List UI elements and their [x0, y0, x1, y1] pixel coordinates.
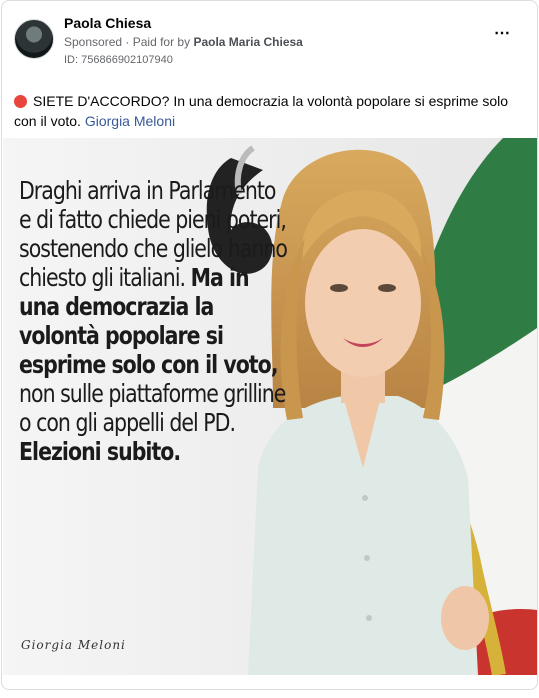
paid-for-label: Paid for by — [132, 35, 191, 49]
ad-id: ID: 756866902107940 — [64, 54, 173, 66]
quote-text: Draghi arriva in Parlamento e di fatto c… — [19, 176, 290, 466]
author-name[interactable]: Paola Chiesa — [64, 15, 151, 31]
author-avatar[interactable] — [14, 19, 54, 59]
more-options-icon[interactable]: ⋯ — [494, 23, 511, 43]
right-eye — [378, 284, 396, 292]
hand — [441, 586, 489, 650]
shirt-button — [364, 555, 370, 561]
left-eye — [330, 284, 348, 292]
quote-bold2: Elezioni subito. — [19, 437, 181, 466]
post-header: Paola Chiesa Sponsored · Paid for by Pao… — [14, 13, 525, 71]
shirt-button — [366, 615, 372, 621]
post-caption: SIETE D'ACCORDO? In una democrazia la vo… — [14, 91, 529, 131]
sponsored-line: Sponsored · Paid for by Paola Maria Chie… — [64, 35, 303, 49]
quote-part2: non sulle piattaforme grilline o con gli… — [19, 379, 286, 437]
signature: Giorgia Meloni — [21, 638, 126, 652]
sponsored-post-card: Paola Chiesa Sponsored · Paid for by Pao… — [1, 0, 538, 690]
separator-dot: · — [125, 35, 133, 49]
payer-name[interactable]: Paola Maria Chiesa — [193, 35, 302, 49]
face — [305, 229, 421, 377]
sponsored-label: Sponsored — [64, 35, 123, 49]
shirt-button — [362, 495, 368, 501]
red-circle-icon — [14, 95, 27, 108]
caption-link[interactable]: Giorgia Meloni — [85, 113, 175, 129]
post-image[interactable]: Draghi arriva in Parlamento e di fatto c… — [3, 138, 537, 675]
